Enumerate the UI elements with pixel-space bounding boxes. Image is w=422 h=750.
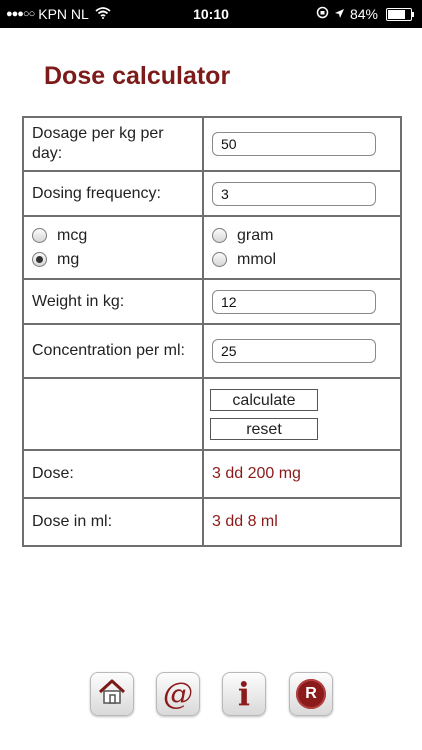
dose-label: Dose: (22, 449, 204, 499)
dose-row: Dose: 3 dd 200 mg (22, 449, 402, 499)
actions-cell: calculate reset (202, 377, 402, 451)
gram-label: gram (237, 226, 274, 244)
concentration-cell: 25 (202, 323, 402, 379)
dose-ml-row: Dose in ml: 3 dd 8 ml (22, 497, 402, 547)
frequency-cell: 3 (202, 170, 402, 217)
concentration-input[interactable]: 25 (212, 339, 376, 363)
units-right-cell: gram mmol (202, 215, 402, 280)
dosage-label: Dosage per kg per day: (22, 116, 204, 172)
battery-percent: 84% (349, 6, 378, 22)
mg-label: mg (57, 250, 80, 268)
home-button[interactable] (90, 672, 134, 716)
unit-option-gram[interactable]: gram (212, 224, 392, 248)
dosage-row: Dosage per kg per day: 50 (22, 116, 402, 172)
at-icon: @ (163, 676, 193, 712)
concentration-label: Concentration per ml: (22, 323, 204, 379)
units-row: mcg mg gram mmol (22, 215, 402, 280)
actions-row: calculate reset (22, 377, 402, 451)
frequency-input[interactable]: 3 (212, 181, 376, 206)
rotation-lock-icon (316, 6, 329, 22)
battery-fill (388, 9, 405, 19)
unit-option-mmol[interactable]: mmol (212, 248, 392, 272)
weight-row: Weight in kg: 12 (22, 278, 402, 325)
weight-label: Weight in kg: (22, 278, 204, 325)
weight-input[interactable]: 12 (212, 289, 376, 314)
bottom-toolbar: @ i R (0, 672, 422, 718)
battery-icon (386, 7, 414, 21)
mcg-radio[interactable] (32, 228, 47, 243)
dose-ml-label: Dose in ml: (22, 497, 204, 547)
dose-ml-value: 3 dd 8 ml (202, 497, 402, 547)
frequency-row: Dosing frequency: 3 (22, 170, 402, 217)
dosage-cell: 50 (202, 116, 402, 172)
dosage-input[interactable]: 50 (212, 132, 376, 156)
concentration-row: Concentration per ml: 25 (22, 323, 402, 379)
calculate-button[interactable]: calculate (210, 388, 318, 411)
mg-radio[interactable] (32, 252, 47, 267)
location-arrow-icon (334, 6, 345, 22)
page-title: Dose calculator (44, 62, 231, 90)
status-bar-right: 84% (316, 6, 414, 22)
info-icon: i (237, 675, 251, 713)
mmol-radio[interactable] (212, 252, 227, 267)
reset-button[interactable]: reset (210, 417, 318, 440)
unit-option-mcg[interactable]: mcg (32, 224, 194, 248)
units-left-cell: mcg mg (22, 215, 204, 280)
frequency-label: Dosing frequency: (22, 170, 204, 217)
email-button[interactable]: @ (156, 672, 200, 716)
weight-cell: 12 (202, 278, 402, 325)
dose-value: 3 dd 200 mg (202, 449, 402, 499)
unit-option-mg[interactable]: mg (32, 248, 194, 272)
about-button[interactable]: R (289, 672, 333, 716)
r-logo-icon: R (296, 679, 326, 709)
mmol-label: mmol (237, 250, 277, 268)
home-icon (97, 678, 127, 711)
info-button[interactable]: i (222, 672, 266, 716)
r-logo-letter: R (305, 685, 317, 702)
gram-radio[interactable] (212, 228, 227, 243)
status-bar: ●●●○○ KPN NL 10:10 84% (0, 0, 422, 28)
mcg-label: mcg (57, 226, 88, 244)
calculator-table: Dosage per kg per day: 50 Dosing frequen… (22, 116, 402, 547)
empty-cell (22, 377, 204, 451)
